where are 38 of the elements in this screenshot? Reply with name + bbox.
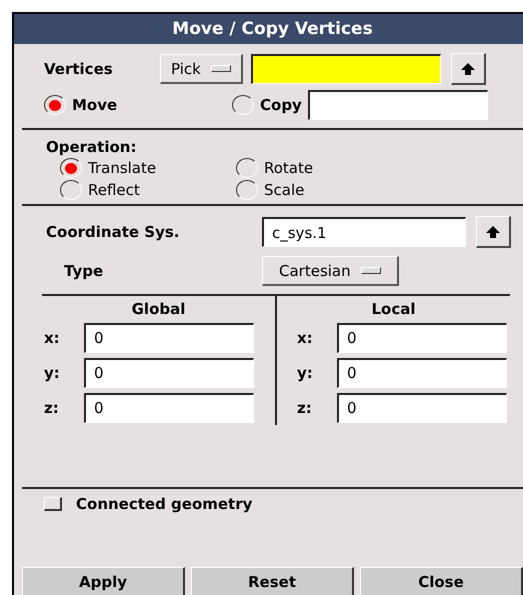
connected-geometry-checkbox[interactable]: Connected geometry [44, 495, 523, 513]
coordinate-field[interactable]: 0 [337, 322, 507, 352]
coordinate-field[interactable]: 0 [84, 358, 254, 388]
axis-label: y: [43, 364, 61, 382]
window-title: Move / Copy Vertices [14, 14, 523, 44]
coordinate-sys-label: Coordinate Sys. [46, 223, 180, 241]
up-arrow-button[interactable] [476, 216, 511, 248]
type-label: Type [64, 262, 104, 280]
vertices-label: Vertices [44, 60, 114, 78]
coordinate-field[interactable]: 0 [84, 392, 254, 422]
axis-label: z: [43, 398, 60, 416]
type-menu-button[interactable]: Cartesian [262, 256, 399, 286]
copy-count-field[interactable] [308, 90, 488, 120]
pick-menu-button[interactable]: Pick [160, 54, 243, 84]
operation-label: Operation: [46, 138, 138, 156]
column-heading: Local [370, 300, 417, 318]
up-arrow-button[interactable] [450, 53, 486, 85]
column-heading: Global [130, 300, 186, 318]
radio-button[interactable]: Translate [60, 158, 236, 178]
dialog-button[interactable]: Apply [22, 567, 185, 595]
coordinate-sys-field[interactable]: c_sys.1 [262, 217, 466, 247]
dialog-button[interactable]: Reset [191, 567, 354, 595]
radio-button[interactable]: Scale [236, 180, 396, 200]
coordinate-field[interactable]: 0 [337, 358, 507, 388]
axis-label: x: [43, 328, 61, 346]
axis-label: z: [297, 398, 313, 416]
up-arrow-icon [460, 62, 476, 76]
up-arrow-icon [485, 224, 501, 238]
vertices-field[interactable] [250, 54, 441, 84]
coordinate-field[interactable]: 0 [84, 322, 254, 352]
axis-label: x: [297, 328, 314, 346]
dialog-button[interactable]: Close [360, 567, 523, 595]
radio-button[interactable]: Reflect [60, 180, 236, 200]
radio-button[interactable]: Copy [232, 95, 302, 115]
axis-label: y: [297, 364, 314, 382]
coordinate-field[interactable]: 0 [337, 392, 507, 422]
radio-button[interactable]: Rotate [236, 158, 396, 178]
radio-button[interactable]: Move [44, 95, 232, 115]
